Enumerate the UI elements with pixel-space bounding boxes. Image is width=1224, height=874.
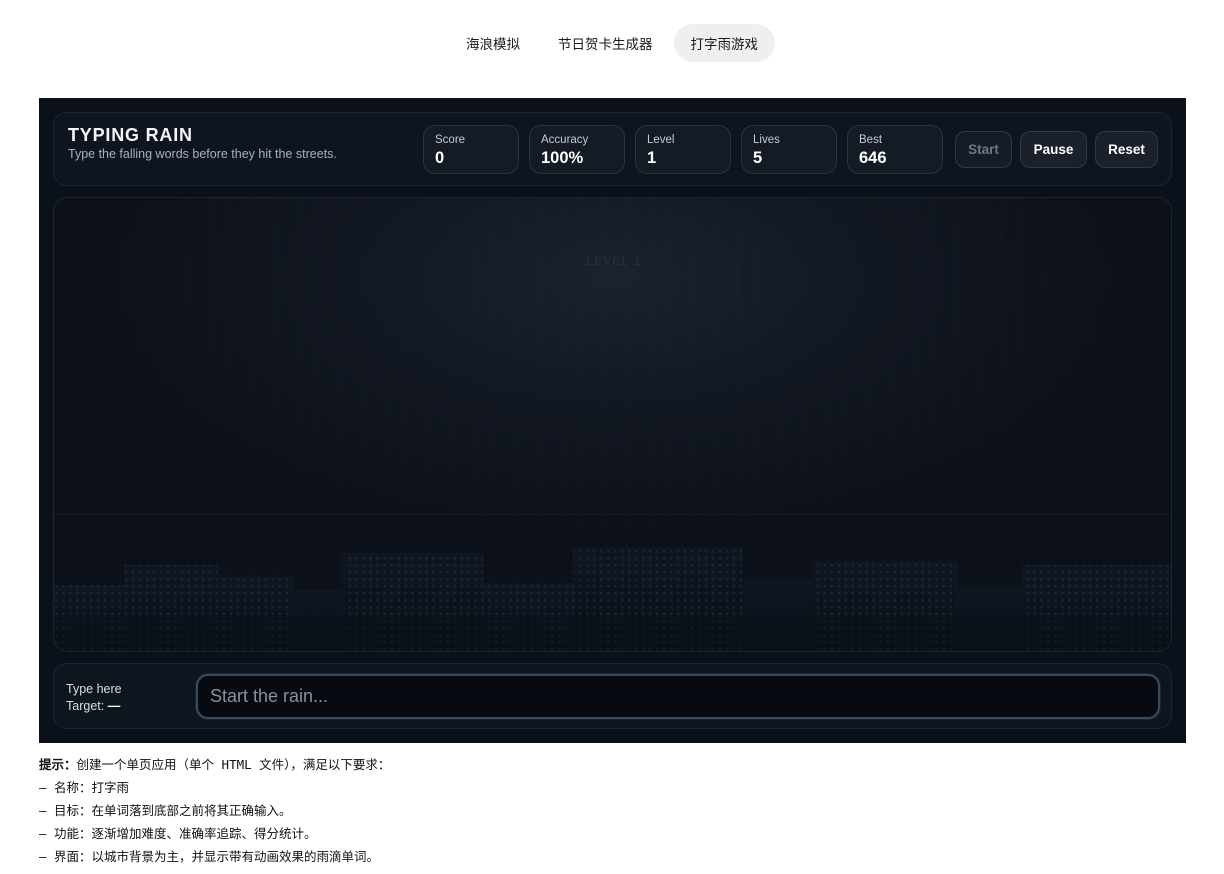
top-tab-bar: 海浪模拟 节日贺卡生成器 打字雨游戏: [0, 24, 1224, 62]
game-header: TYPING RAIN Type the falling words befor…: [53, 112, 1172, 186]
note-item: – 目标：在单词落到底部之前将其正确输入。: [39, 803, 292, 818]
reset-button[interactable]: Reset: [1095, 131, 1158, 168]
stat-accuracy-value: 100%: [541, 149, 584, 167]
level-banner: LEVEL 1: [586, 254, 642, 268]
stat-score: Score 0: [423, 125, 519, 174]
game-stage[interactable]: LEVEL 1: [53, 197, 1172, 652]
city-skyline: [54, 547, 1171, 651]
stat-best-label: Best: [859, 134, 883, 146]
prompt-line: 提示：创建一个单页应用（单个 HTML 文件），满足以下要求：: [39, 753, 390, 776]
stat-lives: Lives 5: [741, 125, 837, 174]
stat-lives-label: Lives: [753, 134, 780, 146]
start-button[interactable]: Start: [955, 131, 1012, 168]
tab-ocean-simulation[interactable]: 海浪模拟: [449, 24, 537, 62]
note-item: – 界面：以城市背景为主，并显示带有动画效果的雨滴单词。: [39, 849, 380, 864]
prompt-label: 提示：: [39, 757, 77, 772]
stat-level-value: 1: [647, 149, 657, 167]
tab-typing-rain-game[interactable]: 打字雨游戏: [673, 24, 775, 62]
typing-rain-app: TYPING RAIN Type the falling words befor…: [39, 98, 1186, 743]
prompt-text: 创建一个单页应用（单个 HTML 文件），满足以下要求：: [76, 757, 391, 772]
stat-accuracy: Accuracy 100%: [529, 125, 625, 174]
pause-button[interactable]: Pause: [1020, 131, 1087, 168]
game-title: TYPING RAIN: [68, 125, 193, 145]
stat-level: Level 1: [635, 125, 731, 174]
note-item: – 功能：逐渐增加难度、准确率追踪、得分统计。: [39, 826, 317, 841]
stat-best-value: 646: [859, 149, 887, 167]
stat-score-label: Score: [435, 134, 466, 146]
stat-accuracy-label: Accuracy: [541, 134, 589, 146]
tab-holiday-card-generator[interactable]: 节日贺卡生成器: [541, 24, 670, 62]
word-input[interactable]: [196, 674, 1160, 719]
stat-lives-value: 5: [753, 149, 763, 167]
game-subtitle: Type the falling words before they hit t…: [68, 147, 337, 161]
input-panel: Type here Target: —: [53, 663, 1172, 729]
prompt-notes: 提示：创建一个单页应用（单个 HTML 文件），满足以下要求： – 名称：打字雨…: [39, 753, 390, 868]
target-value: —: [107, 699, 121, 713]
stat-level-label: Level: [647, 134, 675, 146]
stat-best: Best 646: [847, 125, 943, 174]
stat-score-value: 0: [435, 149, 445, 167]
horizon-line: [54, 514, 1171, 515]
target-label: Target:: [66, 699, 105, 713]
type-here-label: Type here: [66, 682, 122, 696]
note-item: – 名称：打字雨: [39, 780, 130, 795]
target-readout: Target: —: [66, 699, 120, 713]
